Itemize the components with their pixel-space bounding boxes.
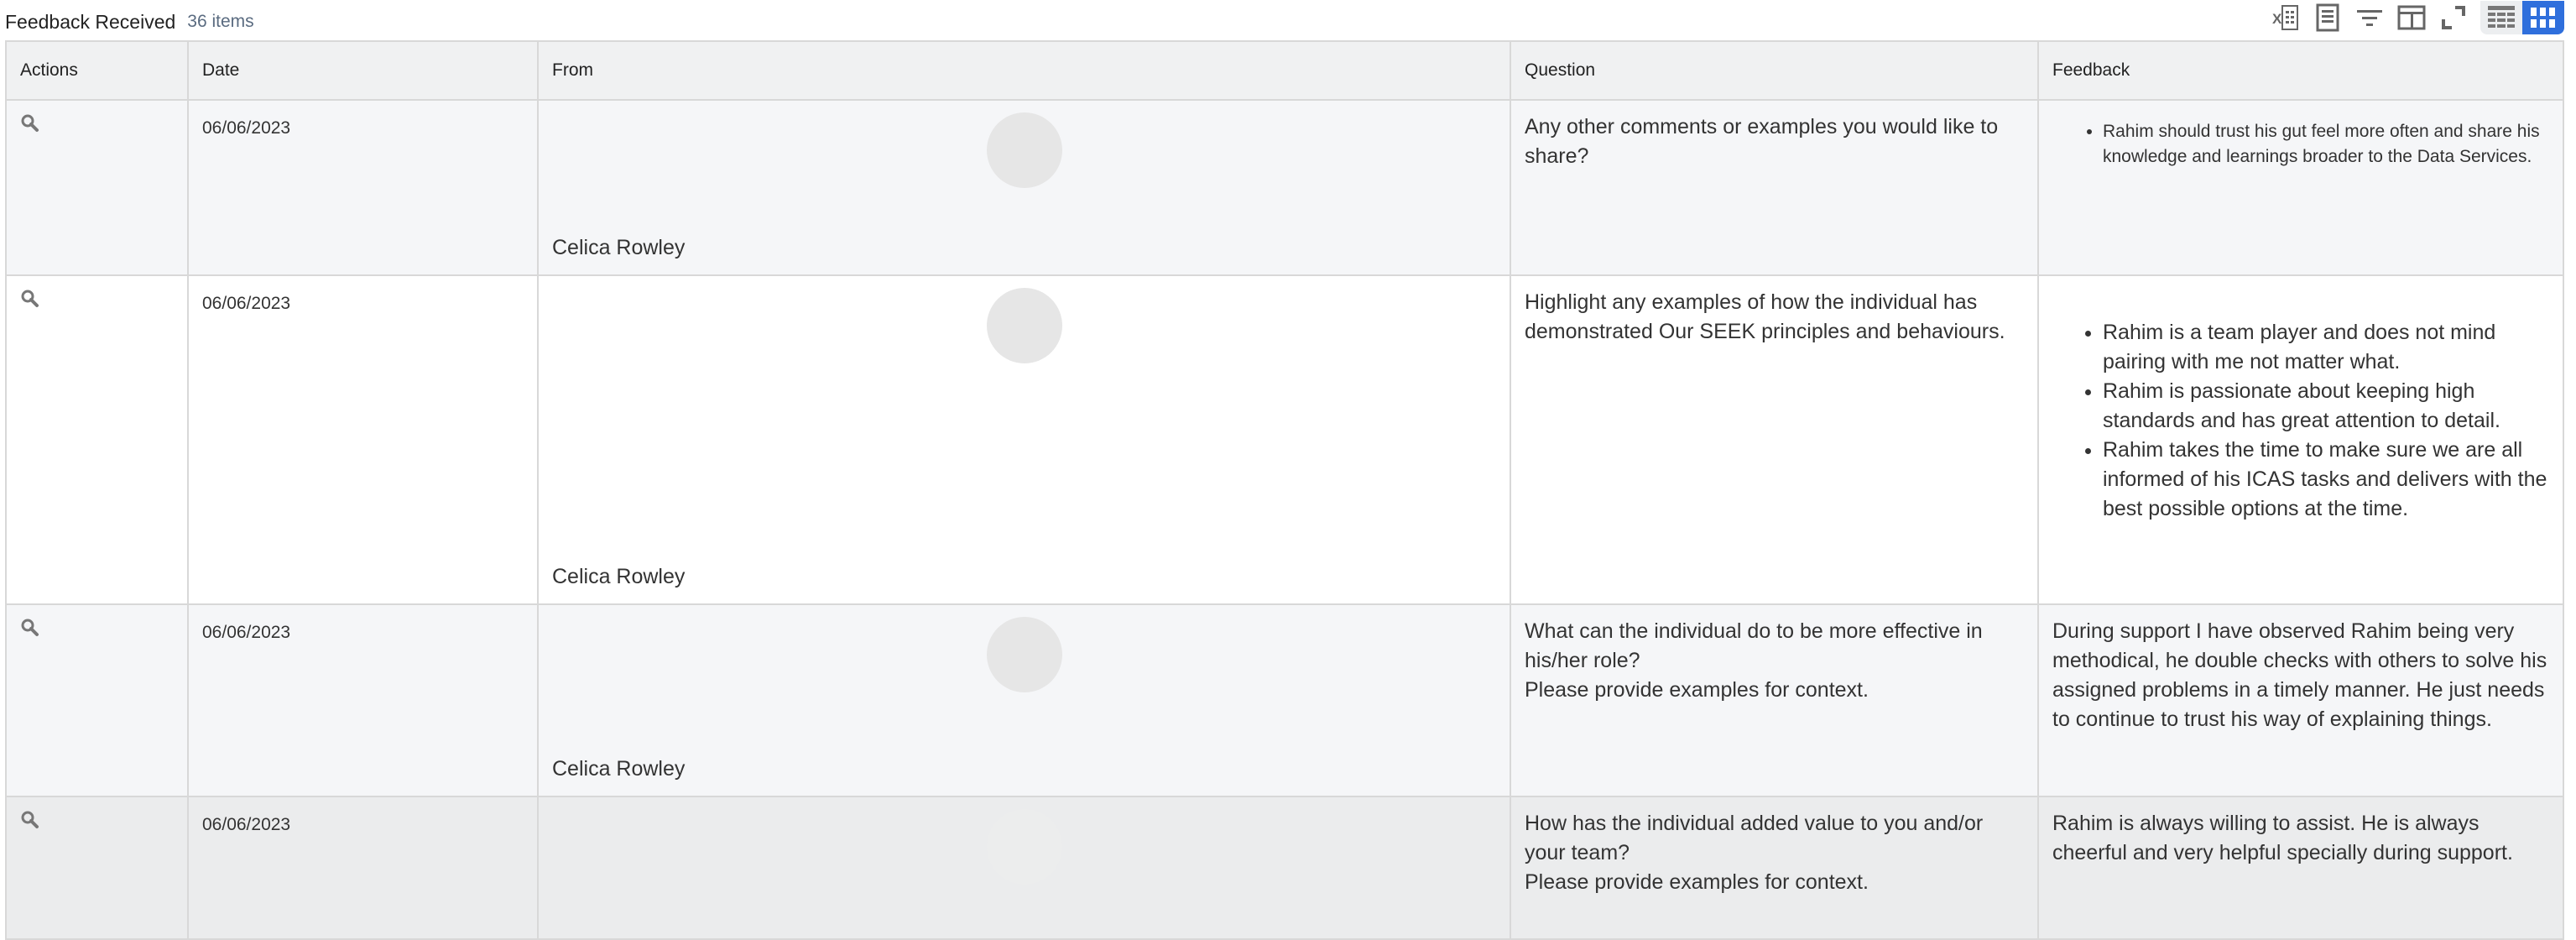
question-cell: How has the individual added value to yo…: [1510, 796, 2039, 940]
feedback-list: Rahim is a team player and does not mind…: [2052, 318, 2549, 524]
column-header-actions[interactable]: Actions: [5, 40, 189, 101]
svg-text:X: X: [2272, 11, 2282, 27]
grid-toolbar: X: [2271, 0, 2564, 35]
question-line: Please provide examples for context.: [1525, 678, 1869, 702]
search-icon[interactable]: [20, 112, 40, 142]
table-row: 06/06/2023 Celica Rowley Any other comment…: [5, 99, 2564, 276]
grid-view-icon[interactable]: [2522, 1, 2564, 34]
date-cell: 06/06/2023: [187, 603, 539, 797]
question-cell: What can the individual do to be more ef…: [1510, 603, 2039, 797]
actions-cell: [5, 99, 189, 276]
from-cell: Celica Rowley: [537, 603, 1511, 797]
feedback-list: Rahim should trust his gut feel more oft…: [2052, 119, 2549, 170]
question-cell: Highlight any examples of how the indivi…: [1510, 274, 2039, 605]
column-layout-icon[interactable]: [2396, 3, 2427, 33]
question-line: Any other comments or examples you would…: [1525, 115, 1999, 168]
from-name[interactable]: Celica Rowley: [552, 233, 685, 263]
feedback-item: Rahim is a team player and does not mind…: [2103, 318, 2549, 377]
column-header-date[interactable]: Date: [187, 40, 539, 101]
date-value: 06/06/2023: [202, 815, 291, 834]
item-count: 36 items: [187, 12, 254, 31]
actions-cell: [5, 603, 189, 797]
question-cell: Any other comments or examples you would…: [1510, 99, 2039, 276]
question-line: How has the individual added value to yo…: [1525, 812, 1984, 864]
feedback-table: Actions Date From Question Feedback 06/0…: [5, 40, 2564, 940]
from-wrapper: Celica Rowley: [552, 617, 1496, 784]
search-icon[interactable]: [20, 617, 40, 646]
feedback-cell: During support I have observed Rahim bei…: [2037, 603, 2564, 797]
date-cell: 06/06/2023: [187, 274, 539, 605]
table-header-row: Actions Date From Question Feedback: [5, 40, 2564, 101]
section-title: Feedback Received: [5, 10, 176, 33]
view-toggle: [2480, 1, 2564, 34]
feedback-item: Rahim takes the time to make sure we are…: [2103, 436, 2549, 524]
search-icon[interactable]: [20, 809, 40, 838]
actions-cell: [5, 796, 189, 940]
from-wrapper: Celica Rowley: [552, 112, 1496, 263]
date-cell: 06/06/2023: [187, 796, 539, 940]
feedback-cell: Rahim is a team player and does not mind…: [2037, 274, 2564, 605]
avatar: [986, 617, 1062, 692]
column-header-feedback[interactable]: Feedback: [2037, 40, 2564, 101]
avatar: [986, 288, 1062, 363]
column-header-question[interactable]: Question: [1510, 40, 2039, 101]
from-name[interactable]: Celica Rowley: [552, 562, 685, 592]
fullscreen-icon[interactable]: [2438, 3, 2469, 33]
print-icon[interactable]: [2313, 3, 2343, 33]
question-line: Highlight any examples of how the indivi…: [1525, 290, 2005, 343]
from-wrapper: [552, 809, 1496, 927]
feedback-cell: Rahim should trust his gut feel more oft…: [2037, 99, 2564, 276]
table-row: 06/06/2023 Celica Rowley What can the indi…: [5, 603, 2564, 797]
date-value: 06/06/2023: [202, 118, 291, 138]
table-view-icon[interactable]: [2480, 1, 2522, 34]
from-name[interactable]: Celica Rowley: [552, 755, 685, 784]
section-header: Feedback Received 36 items: [5, 5, 254, 39]
avatar: [986, 809, 1062, 885]
search-icon[interactable]: [20, 288, 40, 317]
from-cell: Celica Rowley: [537, 99, 1511, 276]
table-row: 06/06/2023 How has the individual added v…: [5, 796, 2564, 940]
date-cell: 06/06/2023: [187, 99, 539, 276]
avatar: [986, 112, 1062, 188]
date-value: 06/06/2023: [202, 294, 291, 313]
feedback-text: Rahim is always willing to assist. He is…: [2052, 812, 2513, 864]
feedback-item: Rahim should trust his gut feel more oft…: [2103, 119, 2549, 170]
export-excel-icon[interactable]: X: [2271, 3, 2301, 33]
feedback-text: During support I have observed Rahim bei…: [2052, 619, 2547, 731]
actions-cell: [5, 274, 189, 605]
date-value: 06/06/2023: [202, 623, 291, 642]
question-line: What can the individual do to be more ef…: [1525, 619, 1983, 672]
from-cell: [537, 796, 1511, 940]
from-cell: Celica Rowley: [537, 274, 1511, 605]
table-row: 06/06/2023 Celica Rowley Highlight any exa…: [5, 274, 2564, 605]
question-line: Please provide examples for context.: [1525, 870, 1869, 894]
filter-icon[interactable]: [2354, 3, 2385, 33]
column-header-from[interactable]: From: [537, 40, 1511, 101]
feedback-cell: Rahim is always willing to assist. He is…: [2037, 796, 2564, 940]
from-wrapper: Celica Rowley: [552, 288, 1496, 592]
feedback-item: Rahim is passionate about keeping high s…: [2103, 377, 2549, 436]
